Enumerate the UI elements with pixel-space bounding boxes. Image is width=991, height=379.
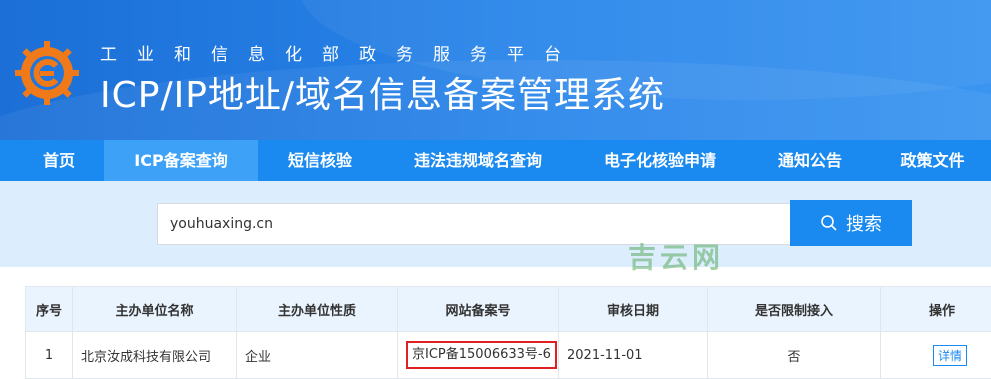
site-logo-icon [14,40,80,106]
site-header: 工业和信息化部政务服务平台 ICP/IP地址/域名信息备案管理系统 [0,0,991,140]
nav-item-sms-verify[interactable]: 短信核验 [258,140,382,181]
column-header-restricted: 是否限制接入 [708,287,881,332]
cell-org-name: 北京汝成科技有限公司 [73,332,237,379]
column-header-org-type: 主办单位性质 [237,287,398,332]
column-header-index: 序号 [26,287,73,332]
cell-icp-number: 京ICP备15006633号-6 [398,332,559,379]
cell-action: 详情 [881,332,991,379]
detail-button[interactable]: 详情 [933,345,967,366]
results-table: 序号 主办单位名称 主办单位性质 网站备案号 审核日期 是否限制接入 操作 1 … [25,286,991,379]
column-header-action: 操作 [881,287,991,332]
nav-item-illegal-domain[interactable]: 违法违规域名查询 [382,140,574,181]
nav-item-policies[interactable]: 政策文件 [874,140,991,181]
column-header-org-name: 主办单位名称 [73,287,237,332]
watermark: 吉云网 [628,236,724,276]
column-header-review-date: 审核日期 [559,287,708,332]
results-table-wrapper: 序号 主办单位名称 主办单位性质 网站备案号 审核日期 是否限制接入 操作 1 … [25,286,991,379]
cell-restricted: 否 [708,332,881,379]
main-nav: 首页 ICP备案查询 短信核验 违法违规域名查询 电子化核验申请 通知公告 政策… [0,140,991,181]
search-icon [820,214,838,232]
cell-org-type: 企业 [237,332,398,379]
nav-item-icp-query[interactable]: ICP备案查询 [104,140,258,181]
nav-item-home[interactable]: 首页 [15,140,103,181]
cell-review-date: 2021-11-01 [559,332,708,379]
table-header-row: 序号 主办单位名称 主办单位性质 网站备案号 审核日期 是否限制接入 操作 [26,287,991,332]
nav-item-e-verify[interactable]: 电子化核验申请 [574,140,746,181]
site-subtitle: 工业和信息化部政务服务平台 [100,40,581,65]
cell-index: 1 [26,332,73,379]
nav-item-notices[interactable]: 通知公告 [746,140,874,181]
icp-number-highlight: 京ICP备15006633号-6 [406,341,557,369]
search-button-label: 搜索 [846,210,882,236]
site-title: ICP/IP地址/域名信息备案管理系统 [100,66,665,118]
search-button[interactable]: 搜索 [790,200,912,246]
column-header-icp-number: 网站备案号 [398,287,559,332]
table-row: 1 北京汝成科技有限公司 企业 京ICP备15006633号-6 2021-11… [26,332,991,379]
